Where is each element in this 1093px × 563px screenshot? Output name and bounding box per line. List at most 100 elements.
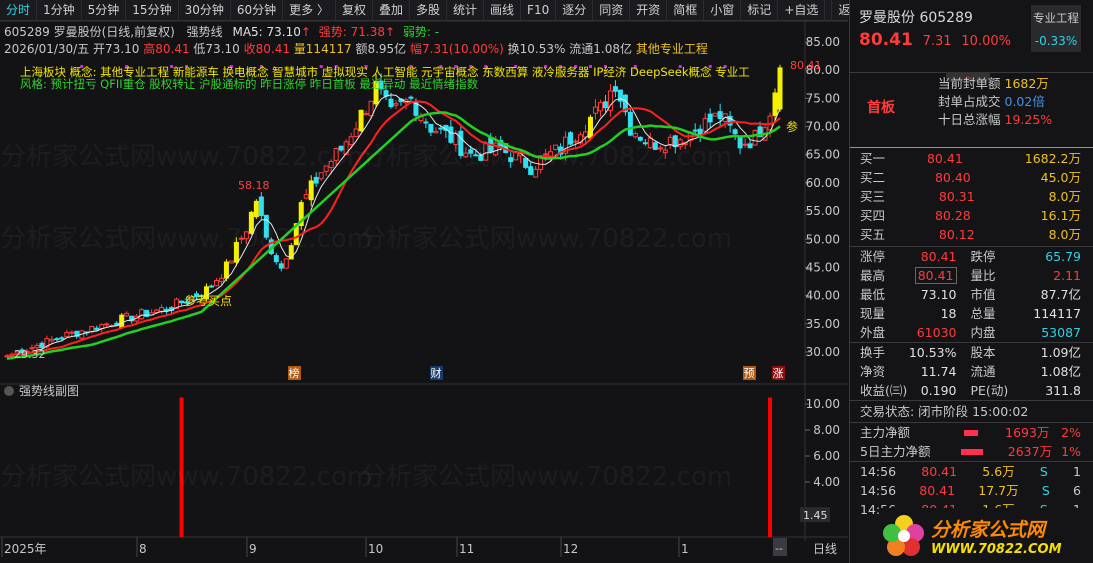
tab-period-6[interactable]: 更多 〉 <box>283 0 336 21</box>
flow-label: 主力净额 <box>860 425 911 440</box>
signal-bar <box>768 397 773 537</box>
tab-period-5[interactable]: 60分钟 <box>231 0 284 21</box>
event-badge-label: 财 <box>431 366 442 380</box>
flower-logo-icon <box>883 514 924 556</box>
candle-body <box>692 129 698 132</box>
stat-row: 收益(㈢) 0.190 PE(动) 311.8 <box>850 381 1093 400</box>
candle-body <box>712 112 718 117</box>
sub-axis-label: 10.00 <box>806 397 840 411</box>
candle-body <box>448 126 454 143</box>
stat-label: 跌停 <box>970 249 996 264</box>
candle-body <box>179 300 185 304</box>
candle-body <box>49 338 55 342</box>
price-axis-label: 45.00 <box>806 260 840 274</box>
stat-label: 内盘 <box>970 325 996 340</box>
low-price-mark: 29.32 <box>14 348 46 361</box>
ten-day-label: 十日总涨幅 <box>938 112 1001 127</box>
toolbar-button-7[interactable]: 同资 <box>593 0 631 21</box>
price-axis-label: 60.00 <box>806 176 840 190</box>
candle-body <box>463 152 469 158</box>
candle-body <box>597 102 603 112</box>
stat-label: 量比 <box>970 268 996 283</box>
toolbar-button-5[interactable]: F10 <box>521 0 557 21</box>
stat-label: 净资 <box>860 364 886 379</box>
bid-volume: 1682.2万 <box>1024 151 1081 166</box>
logo-name: 分析家公式网 <box>931 518 1046 541</box>
bid-row: 买五 80.12 8.0万 <box>850 225 1093 244</box>
candle-body <box>119 314 125 329</box>
candle-body <box>238 237 244 240</box>
tab-period-4[interactable]: 30分钟 <box>179 0 231 21</box>
tick-cell: S <box>1041 483 1050 498</box>
bid-price: 80.31 <box>938 189 975 204</box>
candle-body <box>752 130 758 146</box>
bid-price: 80.41 <box>926 151 963 166</box>
toolbar-button-3[interactable]: 统计 <box>447 0 485 21</box>
candle-body <box>348 136 354 146</box>
seal-amount: 1682万 <box>1004 76 1049 91</box>
stat-pair: 最高 80.41 <box>860 266 971 285</box>
sub-axis-label: 8.00 <box>813 423 840 437</box>
candle-body <box>333 148 339 161</box>
price-change: 7.31 <box>922 34 952 49</box>
candle-body <box>602 101 608 109</box>
candle-body <box>647 137 653 149</box>
tab-period-3[interactable]: 15分钟 <box>126 0 179 21</box>
candle-body <box>283 258 289 269</box>
toolbar-button-9[interactable]: 简框 <box>667 0 705 21</box>
stat-label: 总量 <box>970 306 996 321</box>
stat-label: 外盘 <box>860 325 886 340</box>
toolbar-button-0[interactable]: 复权 <box>336 0 373 21</box>
tab-period-2[interactable]: 5分钟 <box>82 0 127 21</box>
stat-value: 53087 <box>1041 325 1081 340</box>
candle-body <box>438 127 444 130</box>
tick-cell: 6 <box>1073 483 1081 498</box>
stat-row: 涨停 80.41 跌停 65.79 <box>850 247 1093 266</box>
bid-row: 买三 80.31 8.0万 <box>850 187 1093 206</box>
candle-body <box>637 136 643 141</box>
candle-body <box>627 111 633 136</box>
site-logo: 分析家公式网 WWW.70822.COM <box>881 508 1093 563</box>
event-badge-label: 预 <box>744 367 755 380</box>
stat-row: 最高 80.41 量比 2.11 <box>850 266 1093 285</box>
logo-url: WWW.70822.COM <box>931 541 1062 557</box>
bid-label: 买五 <box>860 227 886 242</box>
candle-body <box>408 96 414 99</box>
sector-box[interactable]: 专业工程 -0.33% <box>1031 5 1081 52</box>
toolbar-button-10[interactable]: 小窗 <box>704 0 742 21</box>
stat-label: 涨停 <box>860 249 886 264</box>
candle-body <box>363 113 369 116</box>
toolbar-button-2[interactable]: 多股 <box>410 0 448 21</box>
stat-value: 1.09亿 <box>1040 345 1081 360</box>
candle-body <box>458 130 464 157</box>
candle-body <box>772 92 778 116</box>
tick-cell: 17.7万 <box>978 483 1019 498</box>
toolbar-button-1[interactable]: 叠加 <box>373 0 410 21</box>
toolbar-button-6[interactable]: 逐分 <box>556 0 594 21</box>
candle-body <box>124 312 130 317</box>
candle-body <box>258 196 264 217</box>
bid-volume: 8.0万 <box>1048 189 1081 204</box>
kline-chart[interactable]: 85.0080.0075.0070.0065.0060.0055.0050.00… <box>0 21 848 563</box>
stat-value: 80.41 <box>920 249 957 264</box>
bid-label: 买四 <box>860 208 886 223</box>
toolbar-button-4[interactable]: 画线 <box>484 0 522 21</box>
toolbar-button-8[interactable]: 开资 <box>630 0 668 21</box>
tab-period-0[interactable]: 分时 <box>0 0 38 21</box>
candle-body <box>702 118 708 132</box>
bid-volume: 8.0万 <box>1048 227 1081 242</box>
toolbar-button-11[interactable]: 标记 <box>741 0 779 21</box>
candle-body <box>657 147 663 150</box>
stat-pair: PE(动) 311.8 <box>971 381 1082 400</box>
stat-pair: 总量 114117 <box>971 304 1082 323</box>
candle-body <box>303 194 309 199</box>
toolbar-button-12[interactable]: +自选 <box>778 0 826 21</box>
tab-period-1[interactable]: 1分钟 <box>37 0 82 21</box>
seal-ratio-label: 封单占成交 <box>938 94 1001 109</box>
candle-body <box>473 154 479 157</box>
tick-row: 14:56 80.41 5.6万 S 1 <box>850 462 1093 481</box>
candle-body <box>568 132 574 145</box>
stat-value: 11.74 <box>920 364 957 379</box>
bid-row: 买四 80.28 16.1万 <box>850 206 1093 225</box>
bid-row: 买一 80.41 1682.2万 <box>850 149 1093 168</box>
